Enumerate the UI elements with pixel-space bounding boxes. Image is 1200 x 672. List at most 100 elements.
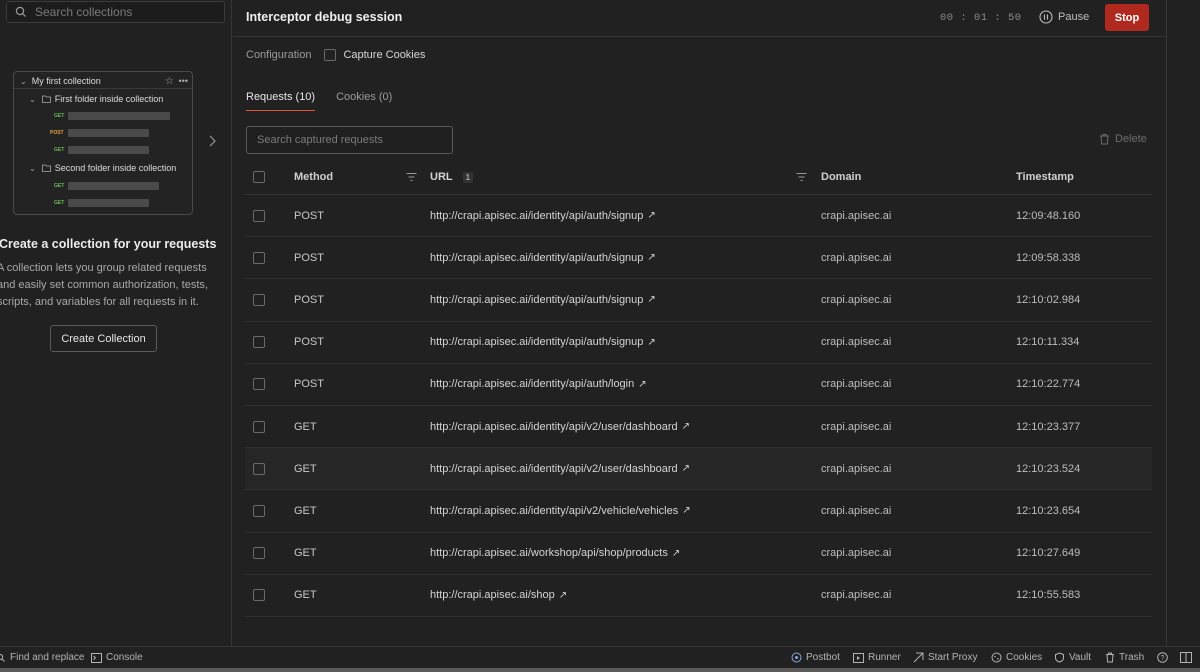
row-checkbox[interactable] bbox=[253, 420, 265, 433]
illus-request-row: POST bbox=[14, 125, 192, 141]
cookies-button[interactable]: Cookies bbox=[991, 652, 1042, 663]
external-link-icon: ↗ bbox=[681, 463, 691, 475]
capture-cookies-checkbox[interactable] bbox=[324, 49, 337, 61]
row-timestamp: 12:10:23.654 bbox=[1016, 504, 1081, 517]
row-domain: crapi.apisec.ai bbox=[821, 336, 892, 349]
table-row[interactable]: POST http://crapi.apisec.ai/identity/api/… bbox=[245, 322, 1152, 364]
row-checkbox[interactable] bbox=[253, 209, 265, 222]
help-icon[interactable]: ? bbox=[1157, 652, 1168, 663]
row-timestamp: 12:10:27.649 bbox=[1016, 547, 1081, 560]
table-row[interactable]: POST http://crapi.apisec.ai/identity/api/… bbox=[245, 279, 1152, 322]
start-proxy-button[interactable]: Start Proxy bbox=[913, 652, 977, 663]
table-row[interactable]: POST http://crapi.apisec.ai/identity/api/… bbox=[245, 237, 1152, 280]
row-url-link[interactable]: http://crapi.apisec.ai/shop ↗ bbox=[430, 589, 567, 601]
filter-icon[interactable] bbox=[796, 172, 807, 182]
table-row[interactable]: POST http://crapi.apisec.ai/identity/api/… bbox=[245, 195, 1152, 238]
row-url-link[interactable]: http://crapi.apisec.ai/identity/api/v2/u… bbox=[430, 421, 690, 433]
row-checkbox[interactable] bbox=[253, 547, 265, 560]
console-label: Console bbox=[106, 652, 143, 663]
row-checkbox[interactable] bbox=[253, 336, 265, 349]
row-url: http://crapi.apisec.ai/identity/api/v2/v… bbox=[430, 504, 679, 517]
illus-placeholder-bar bbox=[68, 146, 149, 154]
row-checkbox[interactable] bbox=[253, 504, 265, 517]
postbot-label: Postbot bbox=[806, 652, 840, 663]
collections-search[interactable] bbox=[6, 1, 225, 23]
filter-icon[interactable] bbox=[406, 172, 417, 182]
row-checkbox[interactable] bbox=[253, 462, 265, 475]
row-url: http://crapi.apisec.ai/identity/api/auth… bbox=[430, 251, 644, 264]
row-method: GET bbox=[294, 547, 317, 560]
trash-button[interactable]: Trash bbox=[1105, 652, 1144, 663]
illus-collection-row: ⌄ My first collection ☆ ••• bbox=[14, 74, 192, 89]
stop-button[interactable]: Stop bbox=[1105, 4, 1149, 31]
pause-button[interactable]: Pause bbox=[1039, 10, 1089, 24]
find-replace-button[interactable]: Find and replace bbox=[0, 652, 85, 663]
row-checkbox[interactable] bbox=[253, 589, 265, 602]
illus-placeholder-bar bbox=[68, 199, 149, 207]
illus-method: GET bbox=[54, 113, 65, 119]
session-title: Interceptor debug session bbox=[246, 10, 403, 24]
illus-request-row: GET bbox=[14, 178, 192, 194]
illus-folder2-name: Second folder inside collection bbox=[54, 163, 177, 173]
illus-method: GET bbox=[54, 183, 65, 189]
row-url-link[interactable]: http://crapi.apisec.ai/identity/api/auth… bbox=[430, 378, 647, 390]
row-url-link[interactable]: http://crapi.apisec.ai/identity/api/auth… bbox=[430, 210, 656, 222]
row-url: http://crapi.apisec.ai/identity/api/auth… bbox=[430, 209, 644, 222]
right-sidebar-strip bbox=[1166, 0, 1200, 646]
row-url-link[interactable]: http://crapi.apisec.ai/identity/api/v2/v… bbox=[430, 505, 691, 517]
row-url-link[interactable]: http://crapi.apisec.ai/identity/api/auth… bbox=[430, 294, 656, 306]
runner-button[interactable]: Runner bbox=[853, 652, 901, 663]
pause-label: Pause bbox=[1058, 11, 1090, 23]
search-icon bbox=[0, 653, 5, 662]
row-url-link[interactable]: http://crapi.apisec.ai/identity/api/auth… bbox=[430, 336, 656, 348]
cookies-label: Cookies bbox=[1006, 652, 1043, 663]
table-body: POST http://crapi.apisec.ai/identity/api/… bbox=[245, 195, 1152, 617]
folder-icon bbox=[41, 95, 51, 103]
session-tabs: Requests (10) Cookies (0) bbox=[246, 91, 392, 111]
table-row[interactable]: GET http://crapi.apisec.ai/identity/api/v… bbox=[245, 490, 1152, 533]
row-checkbox[interactable] bbox=[253, 293, 265, 306]
row-checkbox[interactable] bbox=[253, 251, 265, 264]
table-row[interactable]: GET http://crapi.apisec.ai/workshop/api/s… bbox=[245, 533, 1152, 575]
illus-placeholder-bar bbox=[68, 112, 170, 120]
runner-label: Runner bbox=[868, 652, 901, 663]
captured-requests-search[interactable] bbox=[246, 126, 453, 154]
capture-cookies-label[interactable]: Capture Cookies bbox=[343, 49, 425, 61]
external-link-icon: ↗ bbox=[647, 210, 656, 222]
tab-requests[interactable]: Requests (10) bbox=[246, 91, 316, 111]
table-row[interactable]: GET http://crapi.apisec.ai/identity/api/v… bbox=[245, 448, 1152, 491]
chevron-right-icon[interactable] bbox=[207, 134, 217, 148]
postbot-button[interactable]: Postbot bbox=[791, 652, 840, 663]
layout-toggle-icon[interactable] bbox=[1180, 652, 1192, 663]
row-method: GET bbox=[294, 462, 317, 475]
external-link-icon: ↗ bbox=[647, 252, 656, 264]
illus-method: GET bbox=[54, 200, 65, 206]
table-row[interactable]: POST http://crapi.apisec.ai/identity/api/… bbox=[245, 364, 1152, 406]
row-url-link[interactable]: http://crapi.apisec.ai/identity/api/v2/u… bbox=[430, 463, 690, 475]
row-url-link[interactable]: http://crapi.apisec.ai/workshop/api/shop… bbox=[430, 547, 680, 559]
illus-collection-name: My first collection bbox=[31, 76, 101, 86]
row-domain: crapi.apisec.ai bbox=[821, 504, 892, 517]
select-all-checkbox[interactable] bbox=[253, 171, 265, 183]
table-row[interactable]: GET http://crapi.apisec.ai/shop ↗ crapi.api… bbox=[245, 575, 1152, 617]
console-button[interactable]: Console bbox=[91, 652, 143, 663]
row-timestamp: 12:09:48.160 bbox=[1016, 209, 1081, 222]
vault-icon bbox=[1055, 652, 1064, 663]
collection-illustration: ⌄ My first collection ☆ ••• ⌄ First fold… bbox=[13, 71, 193, 215]
illus-method: GET bbox=[54, 147, 65, 153]
delete-button[interactable]: Delete bbox=[1099, 133, 1147, 145]
row-url-link[interactable]: http://crapi.apisec.ai/identity/api/auth… bbox=[430, 252, 656, 264]
row-method: GET bbox=[294, 589, 317, 602]
tab-cookies[interactable]: Cookies (0) bbox=[336, 91, 392, 111]
table-row[interactable]: GET http://crapi.apisec.ai/identity/api/v… bbox=[245, 406, 1152, 449]
vault-button[interactable]: Vault bbox=[1054, 652, 1091, 663]
row-method: GET bbox=[294, 504, 317, 517]
find-replace-label: Find and replace bbox=[10, 652, 85, 663]
row-checkbox[interactable] bbox=[253, 378, 265, 391]
external-link-icon: ↗ bbox=[558, 589, 568, 601]
row-domain: crapi.apisec.ai bbox=[821, 420, 892, 433]
create-collection-button[interactable]: Create Collection bbox=[50, 325, 157, 352]
row-domain: crapi.apisec.ai bbox=[821, 293, 892, 306]
collections-search-input[interactable] bbox=[35, 5, 215, 19]
illus-request-row: GET bbox=[14, 108, 192, 124]
